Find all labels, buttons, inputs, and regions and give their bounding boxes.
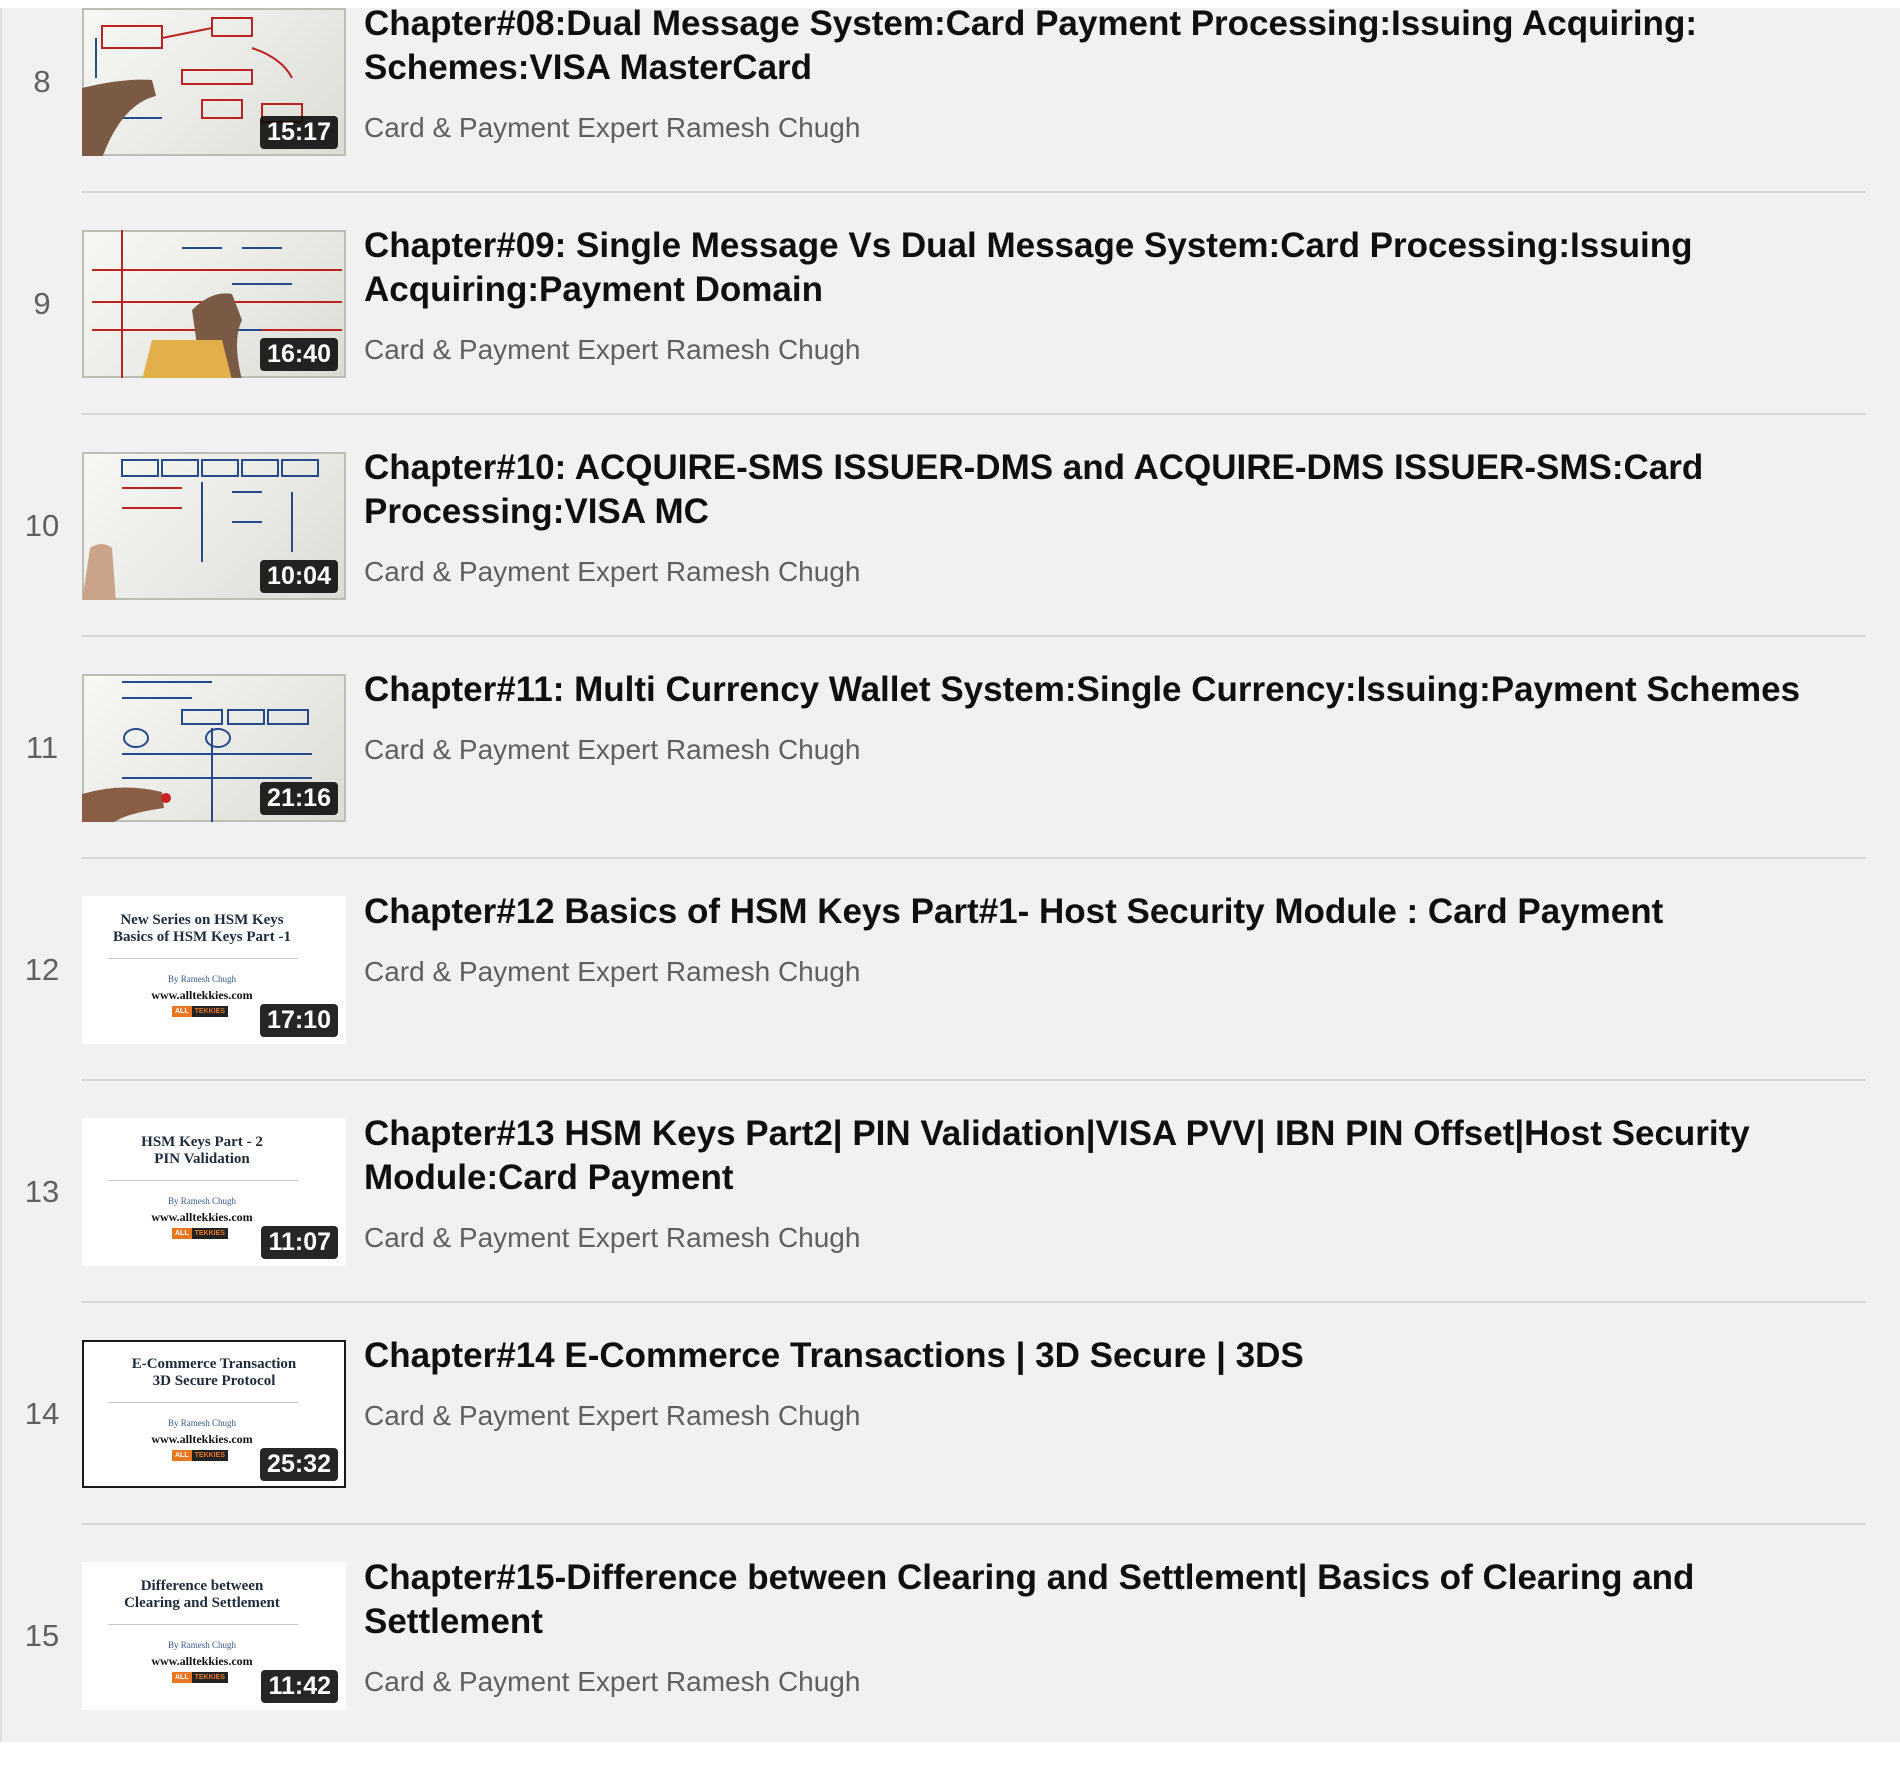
slide-url: www.alltekkies.com <box>151 1210 253 1224</box>
video-thumbnail[interactable]: 15:17 <box>82 8 346 156</box>
video-title[interactable]: Chapter#14 E-Commerce Transactions | 3D … <box>364 1334 1824 1378</box>
playlist-item[interactable]: 11 21:16 Chapter#11: Multi Currency Wall… <box>2 670 1900 896</box>
slide-heading: New Series on HSM Keys <box>120 912 284 928</box>
item-index: 13 <box>24 1174 60 1209</box>
slide-byline: By Ramesh Chugh <box>167 974 236 984</box>
playlist-item[interactable]: 8 15:17 Chapter#08:Dual Message System:C… <box>2 4 1900 230</box>
logo-part: ALL <box>172 1006 192 1017</box>
video-title[interactable]: Chapter#08:Dual Message System:Card Paym… <box>364 2 1824 90</box>
logo-part: TEKKIES <box>191 1006 228 1017</box>
playlist-item[interactable]: 9 16:40 Chapter#09: Single Message Vs Du… <box>2 226 1900 452</box>
video-title[interactable]: Chapter#09: Single Message Vs Dual Messa… <box>364 224 1824 312</box>
alltekkies-logo: ALL TEKKIES <box>172 1006 228 1017</box>
video-duration: 15:17 <box>260 116 338 149</box>
slide-url: www.alltekkies.com <box>151 1432 253 1446</box>
slide-heading: HSM Keys Part - 2 <box>141 1134 263 1150</box>
video-thumbnail[interactable]: E-Commerce Transaction 3D Secure Protoco… <box>82 1340 346 1488</box>
channel-name[interactable]: Card & Payment Expert Ramesh Chugh <box>364 334 860 366</box>
video-thumbnail[interactable]: 21:16 <box>82 674 346 822</box>
channel-name[interactable]: Card & Payment Expert Ramesh Chugh <box>364 1400 860 1432</box>
slide-rule <box>108 958 298 959</box>
playlist-item[interactable]: 15 Difference between Clearing and Settl… <box>2 1558 1900 1784</box>
slide-byline: By Ramesh Chugh <box>167 1640 236 1650</box>
video-thumbnail[interactable]: Difference between Clearing and Settleme… <box>82 1562 346 1710</box>
alltekkies-logo: ALL TEKKIES <box>172 1228 228 1239</box>
playlist-panel: 8 15:17 Chapter#08:Dual Message System:C… <box>0 4 1900 1742</box>
item-index: 9 <box>33 286 51 321</box>
logo-part: ALL <box>172 1450 192 1461</box>
slide-subheading: Clearing and Settlement <box>124 1595 280 1611</box>
slide-heading: E-Commerce Transaction <box>131 1356 297 1372</box>
slide-subheading: 3D Secure Protocol <box>152 1373 276 1389</box>
item-index: 14 <box>24 1396 60 1431</box>
video-title[interactable]: Chapter#12 Basics of HSM Keys Part#1- Ho… <box>364 890 1824 934</box>
row-divider <box>82 1079 1866 1081</box>
channel-name[interactable]: Card & Payment Expert Ramesh Chugh <box>364 956 860 988</box>
row-divider <box>82 1301 1866 1303</box>
logo-part: TEKKIES <box>191 1450 228 1461</box>
channel-name[interactable]: Card & Payment Expert Ramesh Chugh <box>364 1666 860 1698</box>
video-duration: 11:07 <box>261 1226 338 1259</box>
playlist-item[interactable]: 10 10:04 Chapter#10: ACQUIRE-SMS ISSUER-… <box>2 448 1900 674</box>
video-duration: 10:04 <box>260 560 338 593</box>
video-title[interactable]: Chapter#11: Multi Currency Wallet System… <box>364 668 1824 712</box>
slide-rule <box>108 1180 298 1181</box>
row-divider <box>82 191 1866 193</box>
video-title[interactable]: Chapter#15-Difference between Clearing a… <box>364 1556 1824 1644</box>
playlist-item[interactable]: 12 New Series on HSM Keys Basics of HSM … <box>2 892 1900 1118</box>
logo-part: TEKKIES <box>191 1228 228 1239</box>
item-index: 12 <box>24 952 60 987</box>
video-duration: 21:16 <box>260 782 338 815</box>
item-index: 10 <box>24 508 60 543</box>
logo-part: TEKKIES <box>191 1672 228 1683</box>
alltekkies-logo: ALL TEKKIES <box>172 1672 228 1683</box>
slide-url: www.alltekkies.com <box>151 988 253 1002</box>
video-thumbnail[interactable]: 16:40 <box>82 230 346 378</box>
item-index: 15 <box>24 1618 60 1653</box>
video-duration: 11:42 <box>261 1670 338 1703</box>
slide-rule <box>108 1402 298 1403</box>
slide-rule <box>108 1624 298 1625</box>
row-divider <box>82 1523 1866 1525</box>
row-divider <box>82 857 1866 859</box>
video-title[interactable]: Chapter#13 HSM Keys Part2| PIN Validatio… <box>364 1112 1824 1200</box>
slide-url: www.alltekkies.com <box>151 1654 253 1668</box>
playlist-item[interactable]: 13 HSM Keys Part - 2 PIN Validation By R… <box>2 1114 1900 1340</box>
row-divider <box>82 413 1866 415</box>
alltekkies-logo: ALL TEKKIES <box>172 1450 228 1461</box>
video-duration: 16:40 <box>260 338 338 371</box>
playlist-item[interactable]: 14 E-Commerce Transaction 3D Secure Prot… <box>2 1336 1900 1562</box>
slide-byline: By Ramesh Chugh <box>167 1418 236 1428</box>
item-index: 11 <box>25 730 59 765</box>
item-index: 8 <box>33 64 51 99</box>
video-thumbnail[interactable]: New Series on HSM Keys Basics of HSM Key… <box>82 896 346 1044</box>
channel-name[interactable]: Card & Payment Expert Ramesh Chugh <box>364 1222 860 1254</box>
video-duration: 17:10 <box>260 1004 338 1037</box>
channel-name[interactable]: Card & Payment Expert Ramesh Chugh <box>364 112 860 144</box>
slide-subheading: PIN Validation <box>154 1151 250 1167</box>
logo-part: ALL <box>172 1672 192 1683</box>
video-thumbnail[interactable]: HSM Keys Part - 2 PIN Validation By Rame… <box>82 1118 346 1266</box>
row-divider <box>82 635 1866 637</box>
video-thumbnail[interactable]: 10:04 <box>82 452 346 600</box>
channel-name[interactable]: Card & Payment Expert Ramesh Chugh <box>364 556 860 588</box>
slide-subheading: Basics of HSM Keys Part -1 <box>113 929 291 945</box>
logo-part: ALL <box>172 1228 192 1239</box>
slide-heading: Difference between <box>140 1578 264 1594</box>
video-title[interactable]: Chapter#10: ACQUIRE-SMS ISSUER-DMS and A… <box>364 446 1824 534</box>
channel-name[interactable]: Card & Payment Expert Ramesh Chugh <box>364 734 860 766</box>
video-duration: 25:32 <box>260 1448 338 1481</box>
slide-byline: By Ramesh Chugh <box>167 1196 236 1206</box>
